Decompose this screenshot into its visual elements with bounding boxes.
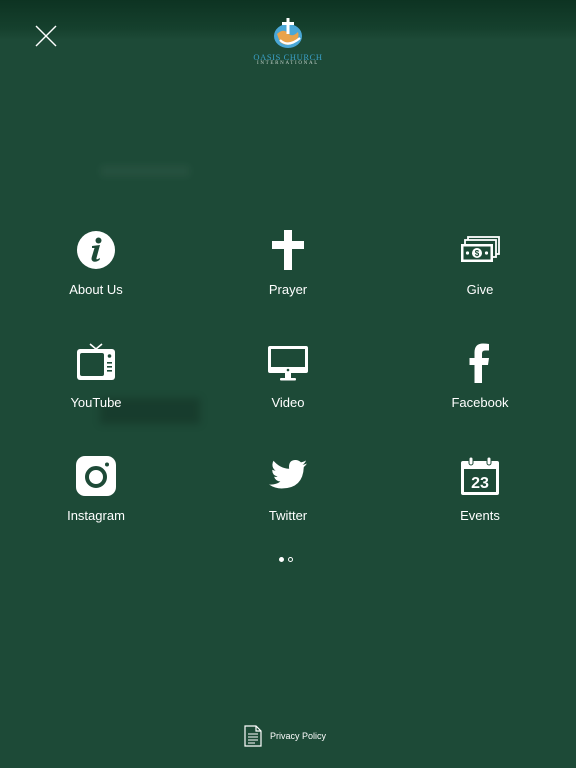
background-blur-line <box>100 165 190 177</box>
menu-item-label: YouTube <box>70 395 122 410</box>
menu-item-video[interactable]: Video <box>218 343 358 427</box>
instagram-icon <box>76 456 116 496</box>
menu-item-label: Give <box>466 282 494 297</box>
page-dot-2[interactable] <box>288 557 293 562</box>
money-icon: $ <box>461 236 500 262</box>
menu-item-label: Twitter <box>268 508 308 523</box>
menu-item-label: Instagram <box>67 508 125 523</box>
tv-icon <box>77 343 115 380</box>
privacy-policy-label: Privacy Policy <box>270 731 327 741</box>
cross-icon <box>272 230 304 270</box>
menu-item-youtube[interactable]: YouTube <box>26 343 166 427</box>
menu-item-about-us[interactable]: About Us <box>26 230 166 314</box>
page-dot-1[interactable] <box>279 557 284 562</box>
menu-item-prayer[interactable]: Prayer <box>218 230 358 314</box>
menu-item-events[interactable]: 23 Events <box>410 456 550 540</box>
page-indicator[interactable] <box>278 557 298 565</box>
close-button[interactable] <box>34 24 58 48</box>
menu-item-label: Prayer <box>268 282 308 297</box>
menu-item-label: Facebook <box>451 395 509 410</box>
privacy-policy-link[interactable]: Privacy Policy <box>244 725 344 749</box>
svg-text:$: $ <box>475 249 480 258</box>
church-logo: OASIS CHURCH INTERNATIONAL <box>250 16 326 70</box>
menu-item-twitter[interactable]: Twitter <box>218 456 358 540</box>
menu-item-instagram[interactable]: Instagram <box>26 456 166 540</box>
menu-item-label: Events <box>460 508 500 523</box>
info-icon <box>77 231 115 269</box>
globe-cross-logo-icon <box>274 18 302 48</box>
menu-item-give[interactable]: $ Give <box>410 230 550 314</box>
calendar-icon: 23 <box>461 456 499 495</box>
monitor-icon <box>268 346 308 381</box>
close-icon <box>35 25 57 47</box>
menu-item-facebook[interactable]: Facebook <box>410 343 550 427</box>
document-icon <box>244 725 262 747</box>
calendar-day-number: 23 <box>471 475 489 492</box>
twitter-icon <box>269 460 307 489</box>
facebook-icon <box>469 343 489 383</box>
menu-item-label: About Us <box>69 282 123 297</box>
menu-item-label: Video <box>271 395 305 410</box>
logo-subtitle: INTERNATIONAL <box>256 61 320 66</box>
